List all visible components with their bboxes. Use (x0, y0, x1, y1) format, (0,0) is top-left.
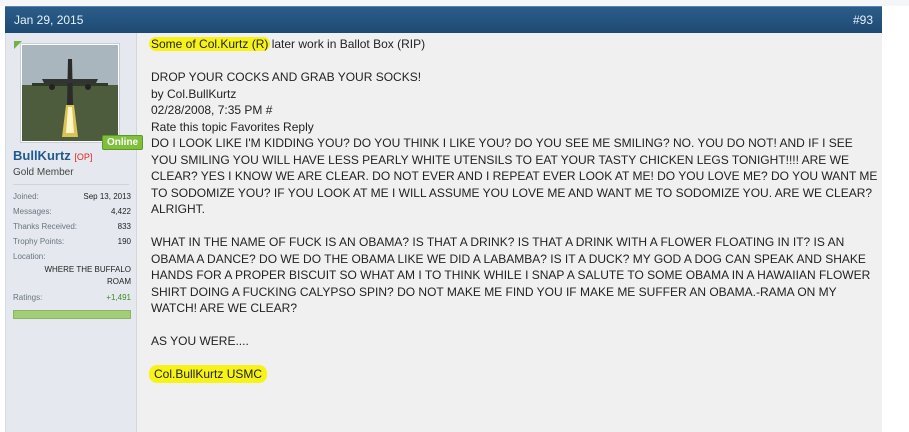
paragraph-2: WHAT IN THE NAME OF FUCK IS AN OBAMA? IS… (151, 235, 871, 315)
avatar[interactable] (20, 43, 120, 143)
sidebar-divider (13, 184, 129, 185)
highlighted-intro: Some of Col.Kurtz (R) (149, 37, 271, 51)
signature-line: Col.BullKurtz USMC (149, 365, 881, 383)
stat-label: Ratings: (13, 293, 43, 302)
quoted-actions: Rate this topic Favorites Reply (151, 119, 314, 134)
quoted-headline: DROP YOUR COCKS AND GRAB YOUR SOCKS! (151, 70, 422, 84)
post-date: Jan 29, 2015 (14, 13, 84, 27)
stat-label: Messages: (13, 207, 52, 216)
online-badge: Online (102, 135, 144, 150)
stat-location-label: Location: (13, 252, 46, 261)
rank-corner-marker (14, 41, 22, 49)
quoted-timestamp: 02/28/2008, 7:35 PM # (151, 103, 273, 117)
stat-label: Thanks Received: (13, 222, 78, 231)
stat-messages: Messages: 4,422 (13, 207, 131, 216)
intro-rest: later work in Ballot Box (RIP) (268, 37, 426, 51)
aircraft-icon (22, 45, 118, 141)
stat-trophy-points: Trophy Points: 190 (13, 237, 131, 246)
username-link[interactable]: BullKurtz [OP] (13, 148, 92, 163)
stat-value: Sep 13, 2013 (83, 192, 131, 201)
location-line-1: WHERE THE BUFFALO (44, 265, 131, 274)
paragraph-1: DO I LOOK LIKE I'M KIDDING YOU? DO YOU T… (151, 136, 878, 216)
stat-location-value: WHERE THE BUFFALO ROAM (13, 264, 131, 288)
username-text[interactable]: BullKurtz (13, 148, 71, 163)
closing-line: AS YOU WERE.... (151, 334, 249, 348)
user-sidebar: Online BullKurtz [OP] Gold Member Joined… (6, 33, 144, 432)
post-container: Online BullKurtz [OP] Gold Member Joined… (5, 33, 883, 432)
highlighted-signature: Col.BullKurtz USMC (149, 365, 268, 383)
intro-line: Some of Col.Kurtz (R) later work in Ball… (149, 36, 881, 53)
stat-value[interactable]: 4,422 (111, 207, 131, 216)
stat-label: Trophy Points: (13, 237, 65, 246)
stat-joined: Joined: Sep 13, 2013 (13, 192, 131, 201)
post-message: Some of Col.Kurtz (R) later work in Ball… (149, 36, 881, 383)
stat-value: 833 (117, 222, 131, 231)
op-badge: [OP] (74, 152, 93, 162)
stat-value[interactable]: 190 (118, 237, 131, 246)
stat-ratings: Ratings: +1,491 (13, 293, 131, 302)
page-right-margin (882, 6, 909, 432)
location-line-2: ROAM (107, 277, 131, 286)
ratings-bar (13, 310, 131, 319)
stat-label: Joined: (13, 192, 39, 201)
quoted-byline: by Col.BullKurtz (151, 86, 237, 101)
stat-thanks: Thanks Received: 833 (13, 222, 131, 231)
post-header-bar: Jan 29, 2015 #93 (5, 6, 882, 34)
post-permalink-number[interactable]: #93 (853, 13, 873, 27)
user-title: Gold Member (13, 167, 74, 178)
ratings-value[interactable]: +1,491 (106, 293, 131, 302)
avatar-image (22, 45, 118, 141)
